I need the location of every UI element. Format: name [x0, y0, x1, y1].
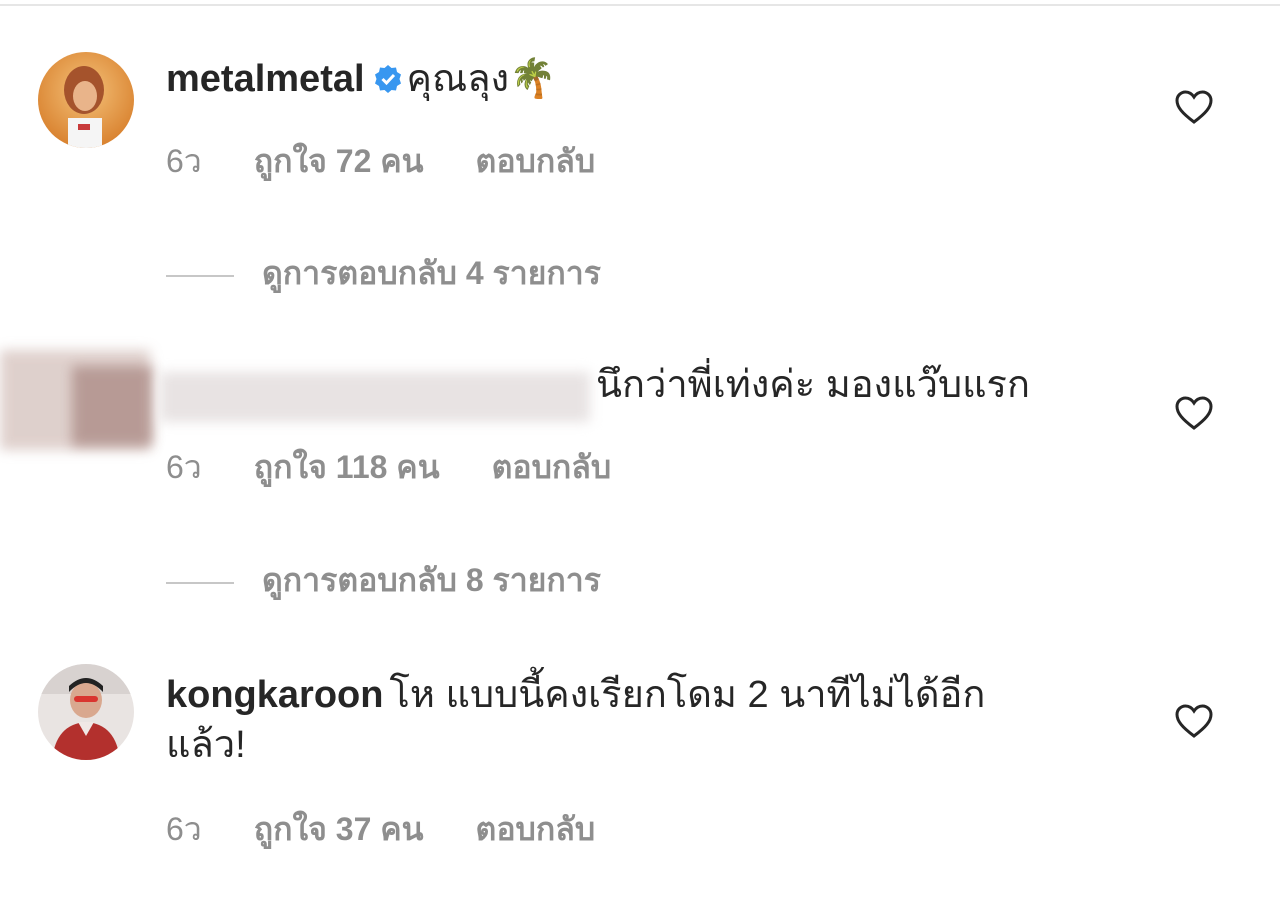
comment-username[interactable]: metalmetal	[166, 58, 365, 100]
comment-time: 6ว	[166, 143, 202, 179]
comment-text: โห แบบนี้คงเรียกโดม 2 นาทีไม่ได้อีก	[389, 674, 986, 716]
heart-outline-icon[interactable]	[1174, 88, 1214, 128]
verified-badge-icon	[373, 57, 403, 107]
reply-button[interactable]: ตอบกลับ	[476, 143, 596, 179]
palm-tree-emoji: 🌴	[509, 58, 557, 100]
comment-likes[interactable]: ถูกใจ 72 คน	[254, 143, 424, 179]
reply-button[interactable]: ตอบกลับ	[476, 811, 596, 847]
comment-likes[interactable]: ถูกใจ 37 คน	[254, 811, 424, 847]
comment-text: นึกว่าพี่เท่งค่ะ มองแว๊บแรก	[596, 364, 1030, 406]
reply-button[interactable]: ตอบกลับ	[492, 449, 612, 485]
heart-outline-icon[interactable]	[1174, 702, 1214, 742]
view-replies-button[interactable]: ดูการตอบกลับ 8 รายการ	[166, 555, 601, 606]
blurred-username	[160, 372, 590, 422]
top-divider	[0, 4, 1280, 6]
view-replies-text: ดูการตอบกลับ 8 รายการ	[262, 562, 601, 598]
heart-outline-icon[interactable]	[1174, 394, 1214, 434]
comment-likes[interactable]: ถูกใจ 118 คน	[254, 449, 440, 485]
view-replies-button[interactable]: ดูการตอบกลับ 4 รายการ	[166, 248, 601, 299]
replies-line	[166, 274, 234, 277]
comment-username[interactable]: kongkaroon	[166, 674, 383, 716]
blurred-avatar-inner	[72, 366, 152, 446]
comment-time: 6ว	[166, 449, 202, 485]
comment-text: คุณลุง	[406, 58, 510, 100]
view-replies-text: ดูการตอบกลับ 4 รายการ	[262, 255, 601, 291]
avatar[interactable]	[38, 52, 134, 148]
replies-line	[166, 581, 234, 584]
avatar[interactable]	[38, 664, 134, 760]
comment-text-line2: แล้ว!	[166, 724, 246, 766]
comment-time: 6ว	[166, 811, 202, 847]
